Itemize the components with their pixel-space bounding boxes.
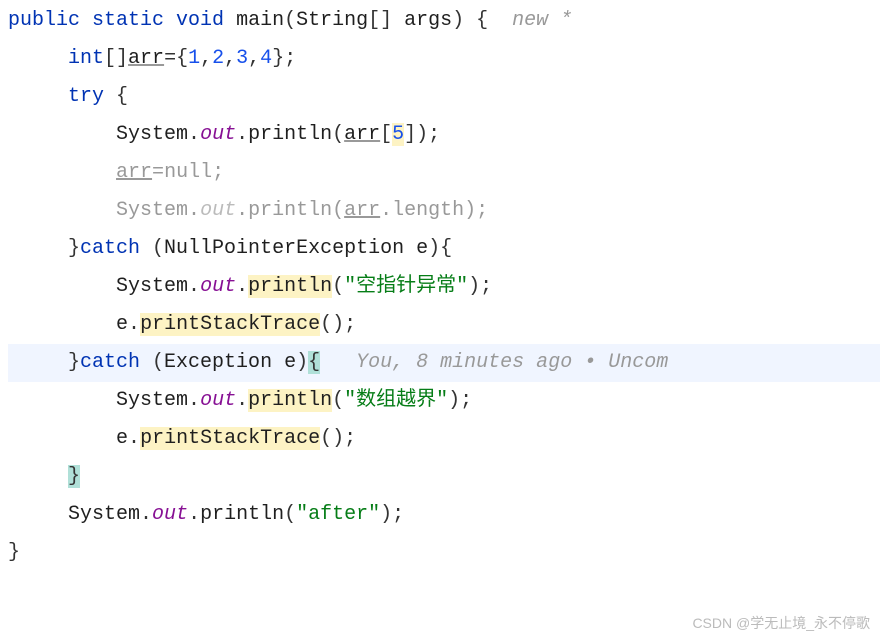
type-name: Exception (164, 351, 272, 374)
class-ref: System (116, 389, 188, 412)
method-name: main (236, 9, 284, 32)
code-line[interactable]: System.out.println("空指针异常"); (8, 268, 880, 306)
number-literal: 2 (212, 47, 224, 70)
variable: e (116, 427, 128, 450)
code-line[interactable]: } (8, 458, 880, 496)
brace-match: } (68, 465, 80, 488)
keyword: public static void (8, 9, 224, 32)
code-line[interactable]: try { (8, 78, 880, 116)
keyword: catch (80, 351, 140, 374)
vcs-hint: new * (512, 9, 572, 32)
number-literal: 3 (236, 47, 248, 70)
string-literal: "after" (296, 503, 380, 526)
method-call: println (248, 199, 332, 222)
code-line[interactable]: arr=null; (8, 154, 880, 192)
variable: arr (344, 123, 380, 146)
code-line[interactable]: e.printStackTrace(); (8, 306, 880, 344)
number-literal: 1 (188, 47, 200, 70)
variable: e (116, 313, 128, 336)
variable: arr (128, 47, 164, 70)
code-line[interactable]: System.out.println(arr.length); (8, 192, 880, 230)
type-name: NullPointerException (164, 237, 404, 260)
brace-match: { (308, 351, 320, 374)
class-ref: System (116, 275, 188, 298)
property: length (392, 199, 464, 222)
variable: e (284, 351, 296, 374)
static-field: out (200, 199, 236, 222)
git-blame-inlay: You, 8 minutes ago • Uncom (356, 351, 668, 374)
class-ref: System (116, 123, 188, 146)
string-literal: "空指针异常" (344, 275, 468, 298)
brackets: [] (368, 9, 392, 32)
code-line[interactable]: System.out.println("after"); (8, 496, 880, 534)
static-field: out (200, 123, 236, 146)
watermark: CSDN @学无止境_永不停歌 (692, 610, 870, 637)
code-line[interactable]: public static void main(String[] args) {… (8, 2, 880, 40)
keyword: try (68, 85, 104, 108)
variable: arr (344, 199, 380, 222)
keyword: int (68, 47, 104, 70)
type-name: String (296, 9, 368, 32)
code-line[interactable]: System.out.println("数组越界"); (8, 382, 880, 420)
method-call: printStackTrace (140, 313, 320, 336)
code-line[interactable]: e.printStackTrace(); (8, 420, 880, 458)
string-literal: "数组越界" (344, 389, 448, 412)
number-literal: 4 (260, 47, 272, 70)
static-field: out (200, 389, 236, 412)
code-line[interactable]: int[]arr={1,2,3,4}; (8, 40, 880, 78)
code-line[interactable]: System.out.println(arr[5]); (8, 116, 880, 154)
brackets: [] (104, 47, 128, 70)
class-ref: System (116, 199, 188, 222)
code-line[interactable]: }catch (NullPointerException e){ (8, 230, 880, 268)
static-field: out (152, 503, 188, 526)
static-field: out (200, 275, 236, 298)
class-ref: System (68, 503, 140, 526)
param-name: args (404, 9, 452, 32)
method-call: println (248, 123, 332, 146)
method-call: println (200, 503, 284, 526)
variable: arr (116, 161, 152, 184)
keyword: catch (80, 237, 140, 260)
variable: e (416, 237, 428, 260)
number-literal: 5 (392, 123, 404, 146)
method-call: println (248, 389, 332, 412)
code-editor[interactable]: public static void main(String[] args) {… (0, 0, 880, 572)
code-line-current[interactable]: }catch (Exception e){ You, 8 minutes ago… (8, 344, 880, 382)
method-call: println (248, 275, 332, 298)
code-line[interactable]: } (8, 534, 880, 572)
null-literal: null (164, 161, 212, 184)
method-call: printStackTrace (140, 427, 320, 450)
